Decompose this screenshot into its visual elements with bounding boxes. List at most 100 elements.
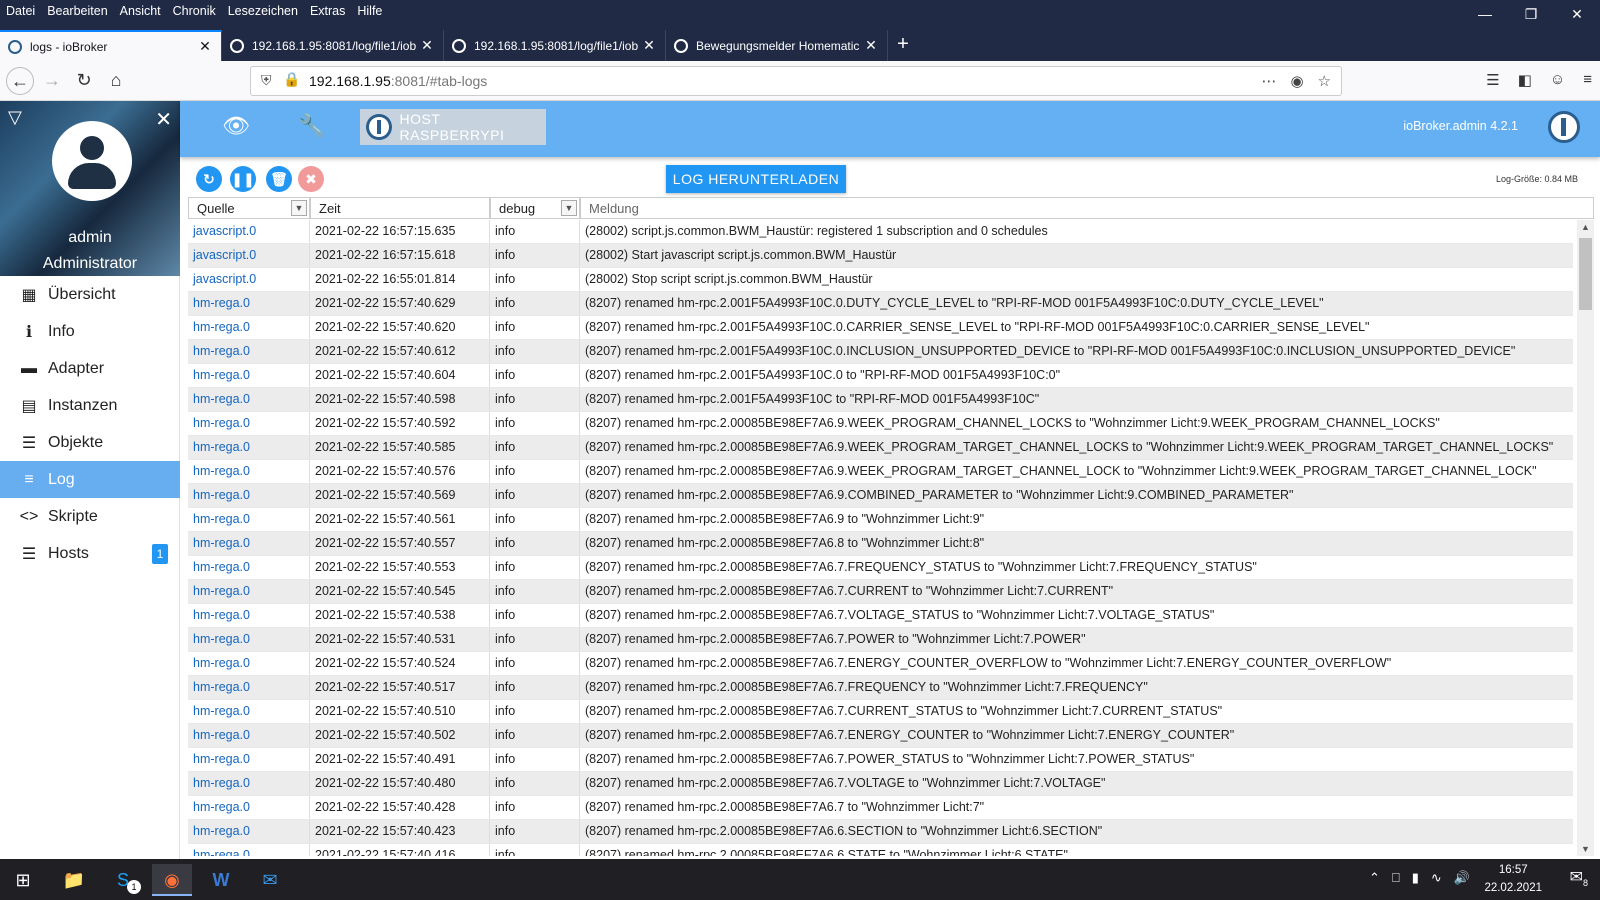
library-icon[interactable]: ☰ — [1486, 71, 1499, 89]
more-icon[interactable]: ⋯ — [1261, 72, 1276, 90]
log-source[interactable]: hm-rega.0 — [188, 508, 310, 531]
volume-icon[interactable]: 🔊 — [1454, 870, 1470, 886]
log-source[interactable]: hm-rega.0 — [188, 604, 310, 627]
log-source[interactable]: hm-rega.0 — [188, 436, 310, 459]
log-source[interactable]: javascript.0 — [188, 268, 310, 291]
log-source[interactable]: hm-rega.0 — [188, 628, 310, 651]
pocket-icon[interactable]: ◉ — [1290, 72, 1303, 90]
windows-start-icon[interactable]: ⊞ — [3, 864, 43, 896]
log-source[interactable]: hm-rega.0 — [188, 316, 310, 339]
scrollbar-thumb[interactable] — [1579, 238, 1592, 310]
close-icon[interactable]: ✕ — [155, 107, 172, 132]
menu-toggle-icon[interactable]: ▽ — [8, 107, 22, 128]
sidebar-item-log[interactable]: ≡ Log — [0, 461, 180, 498]
scroll-down-icon[interactable]: ▼ — [1577, 844, 1594, 854]
sidebar-item-skripte[interactable]: <> Skripte — [0, 498, 180, 535]
url-text[interactable]: 192.168.1.95:8081/#tab-logs — [309, 73, 487, 89]
sidebar-item-uebersicht[interactable]: ▦ Übersicht — [0, 276, 180, 313]
close-window-icon[interactable]: ✕ — [1554, 0, 1600, 30]
notification-center-icon[interactable]: ✉8 — [1570, 867, 1588, 888]
log-source[interactable]: hm-rega.0 — [188, 652, 310, 675]
log-source[interactable]: hm-rega.0 — [188, 532, 310, 555]
menu-ansicht[interactable]: Ansicht — [114, 0, 167, 22]
host-select-button[interactable]: HOST RASPBERRYPI — [360, 109, 546, 145]
log-source[interactable]: hm-rega.0 — [188, 796, 310, 819]
wrench-icon[interactable]: 🔧 — [298, 113, 325, 139]
wifi-icon[interactable]: ∿ — [1431, 870, 1442, 886]
message-filter-input[interactable] — [589, 201, 1593, 216]
log-source[interactable]: hm-rega.0 — [188, 724, 310, 747]
file-explorer-icon[interactable]: 📁 — [54, 864, 94, 896]
log-source[interactable]: hm-rega.0 — [188, 292, 310, 315]
log-source[interactable]: hm-rega.0 — [188, 700, 310, 723]
tab-close-icon[interactable]: ✕ — [197, 38, 213, 55]
message-filter[interactable] — [580, 197, 1594, 219]
battery-icon[interactable]: ▮ — [1412, 870, 1419, 886]
account-icon[interactable]: ☺ — [1550, 71, 1565, 89]
tab-close-icon[interactable]: ✕ — [419, 37, 435, 54]
browser-tab-1[interactable]: logs - ioBroker ✕ — [0, 30, 222, 61]
log-source[interactable]: hm-rega.0 — [188, 364, 310, 387]
sidebar-toggle-icon[interactable]: ◧ — [1518, 71, 1532, 89]
word-icon[interactable]: W — [201, 864, 241, 896]
log-source[interactable]: hm-rega.0 — [188, 388, 310, 411]
firefox-icon[interactable]: ◉ — [152, 864, 192, 896]
network-adapter-icon[interactable]: ⎕ — [1392, 870, 1400, 886]
log-source[interactable]: hm-rega.0 — [188, 676, 310, 699]
chevron-down-icon[interactable]: ▼ — [561, 200, 577, 216]
log-source[interactable]: hm-rega.0 — [188, 556, 310, 579]
sidebar-item-adapter[interactable]: ▬ Adapter — [0, 350, 180, 387]
source-filter[interactable]: Quelle ▼ — [188, 197, 310, 219]
refresh-icon[interactable]: ↻ — [196, 166, 222, 192]
chevron-up-icon[interactable]: ⌃ — [1369, 870, 1380, 886]
download-log-button[interactable]: LOG HERUNTERLADEN — [666, 165, 846, 193]
log-scrollbar[interactable]: ▲ ▼ — [1577, 220, 1594, 856]
log-source[interactable]: hm-rega.0 — [188, 844, 310, 856]
sidebar-item-hosts[interactable]: ☰ Hosts 1 — [0, 535, 180, 572]
log-source[interactable]: hm-rega.0 — [188, 820, 310, 843]
browser-tab-4[interactable]: Bewegungsmelder Homematic ✕ — [666, 30, 888, 61]
log-source[interactable]: hm-rega.0 — [188, 484, 310, 507]
iobroker-logo-icon[interactable] — [1548, 111, 1580, 143]
log-source[interactable]: hm-rega.0 — [188, 340, 310, 363]
log-source[interactable]: javascript.0 — [188, 244, 310, 267]
taskbar-clock[interactable]: 16:57 22.02.2021 — [1484, 861, 1542, 897]
mail-icon[interactable]: ✉ — [250, 864, 290, 896]
menu-hilfe[interactable]: Hilfe — [351, 0, 388, 22]
severity-filter[interactable]: debug ▼ — [490, 197, 580, 219]
new-tab-icon[interactable]: + — [888, 30, 918, 61]
shield-icon[interactable]: ⛨ — [261, 72, 272, 89]
home-icon[interactable]: ⌂ — [102, 67, 130, 95]
log-source[interactable]: hm-rega.0 — [188, 580, 310, 603]
sidebar-item-instanzen[interactable]: ▤ Instanzen — [0, 387, 180, 424]
menu-datei[interactable]: Datei — [0, 0, 41, 22]
insecure-lock-icon[interactable]: 🔒 — [283, 71, 300, 88]
scroll-up-icon[interactable]: ▲ — [1577, 222, 1594, 232]
forward-arrow-icon[interactable]: → — [38, 67, 66, 95]
skype-icon[interactable]: S1 — [103, 864, 143, 896]
back-arrow-icon[interactable]: ← — [6, 67, 34, 95]
browser-tab-3[interactable]: 192.168.1.95:8081/log/file1/iob ✕ — [444, 30, 666, 61]
tab-close-icon[interactable]: ✕ — [863, 37, 879, 54]
log-source[interactable]: hm-rega.0 — [188, 460, 310, 483]
hamburger-menu-icon[interactable]: ≡ — [1583, 71, 1592, 89]
log-source[interactable]: hm-rega.0 — [188, 412, 310, 435]
reload-icon[interactable]: ↻ — [70, 67, 98, 95]
browser-tab-2[interactable]: 192.168.1.95:8081/log/file1/iob ✕ — [222, 30, 444, 61]
delete-log-icon[interactable]: ✖ — [298, 166, 324, 192]
bookmark-star-icon[interactable]: ☆ — [1318, 72, 1331, 90]
menu-lesezeichen[interactable]: Lesezeichen — [222, 0, 304, 22]
minimize-icon[interactable]: — — [1462, 0, 1508, 30]
url-bar[interactable]: ⛨ 🔒 192.168.1.95:8081/#tab-logs ⋯ ◉ ☆ — [250, 66, 1342, 96]
log-source[interactable]: hm-rega.0 — [188, 748, 310, 771]
chevron-down-icon[interactable]: ▼ — [291, 200, 307, 216]
log-source[interactable]: javascript.0 — [188, 220, 310, 243]
clear-icon[interactable]: 🗑 — [266, 166, 292, 192]
eye-icon[interactable]: 👁 — [222, 113, 250, 139]
time-filter[interactable]: Zeit — [310, 197, 490, 219]
log-source[interactable]: hm-rega.0 — [188, 772, 310, 795]
pause-icon[interactable]: ❚❚ — [230, 166, 256, 192]
sidebar-item-info[interactable]: ℹ Info — [0, 313, 180, 350]
sidebar-item-objekte[interactable]: ☰ Objekte — [0, 424, 180, 461]
restore-icon[interactable]: ❐ — [1508, 0, 1554, 30]
